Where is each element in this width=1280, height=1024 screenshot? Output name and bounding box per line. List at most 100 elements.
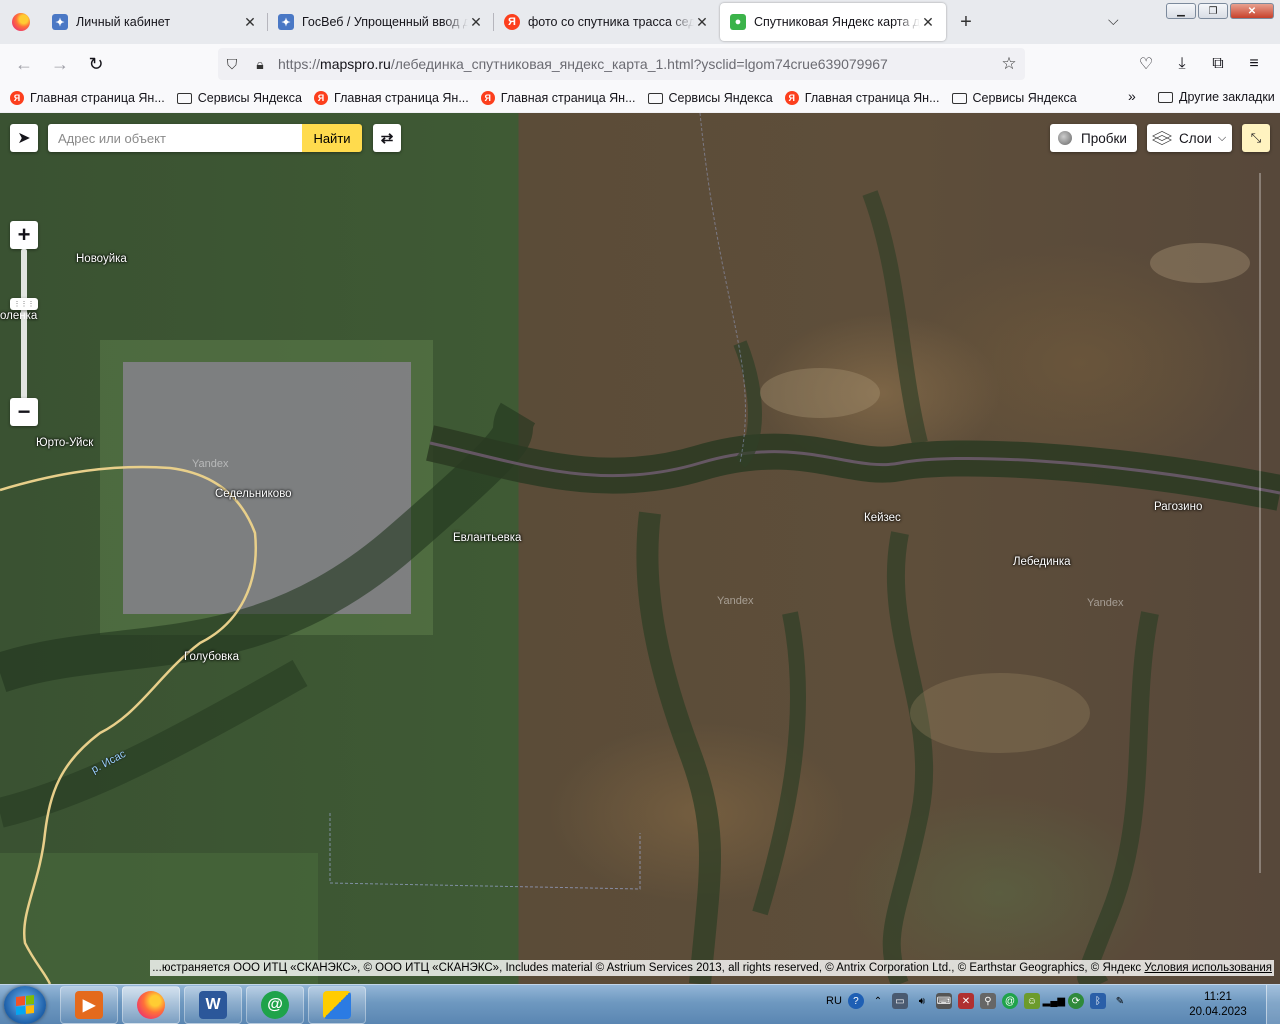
firefox-menu-button[interactable]: [0, 0, 42, 44]
copyright-text: ...юстраняется ООО ИТЦ «СКАНЭКС», © ООО …: [152, 962, 1142, 974]
lock-icon[interactable]: 🔒︎: [246, 56, 274, 73]
place-label[interactable]: Кейзес: [864, 512, 901, 524]
system-clock[interactable]: 11:21 20.04.2023: [1186, 990, 1250, 1020]
show-hidden-icons-icon[interactable]: ⌃: [870, 993, 886, 1009]
route-button[interactable]: ⇄: [373, 124, 401, 152]
url-prefix: https://: [278, 56, 321, 72]
place-label[interactable]: Голубовка: [184, 651, 239, 663]
start-button[interactable]: [4, 986, 46, 1024]
language-indicator[interactable]: RU: [826, 995, 842, 1007]
media-player-icon: ▶: [75, 991, 103, 1019]
keyboard-icon[interactable]: ⌨: [935, 993, 952, 1009]
bookmark-label: Главная страница Ян...: [804, 91, 940, 105]
toolbar-right: ♡ ⤓ ⧉ ≡: [1128, 48, 1272, 80]
map-pin-icon: ●: [730, 14, 746, 30]
bookmark-folder-yandex-services[interactable]: Сервисы Яндекса: [647, 91, 773, 105]
bookmark-folder-yandex-services[interactable]: Сервисы Яндекса: [176, 91, 302, 105]
place-label[interactable]: Новоуйка: [76, 253, 127, 265]
layers-button[interactable]: Слои ⌵: [1147, 124, 1232, 152]
tab-foto-sputnika[interactable]: Я фото со спутника трасса седе ✕: [494, 3, 720, 41]
signal-strength-icon[interactable]: ▂▄▆: [1043, 993, 1065, 1009]
search-input[interactable]: [48, 124, 302, 152]
list-all-tabs-icon[interactable]: ⌵: [1108, 12, 1119, 29]
bookmark-label: Сервисы Яндекса: [197, 91, 302, 105]
other-bookmarks-label: Другие закладки: [1179, 90, 1275, 104]
mail-agent-icon: @: [261, 991, 289, 1019]
network-icon[interactable]: ▭: [891, 993, 908, 1009]
bookmark-yandex-home[interactable]: Я Главная страница Ян...: [10, 91, 165, 105]
address-bar[interactable]: ⛉ 🔒︎ https://mapspro.ru/лебединка_спутни…: [218, 48, 1025, 80]
chat-icon[interactable]: ☺: [1023, 993, 1040, 1009]
place-label[interactable]: Лебединка: [1013, 556, 1071, 568]
restore-button[interactable]: ❐: [1198, 3, 1228, 19]
downloads-icon[interactable]: ⤓: [1164, 48, 1200, 80]
folder-icon: [176, 92, 192, 104]
plus-icon: +: [17, 222, 31, 247]
satellite-map[interactable]: Yandex Yandex Yandex Новоуйка оленка Юрт…: [0, 113, 1280, 984]
bookmark-yandex-home[interactable]: Я Главная страница Ян...: [480, 91, 636, 105]
back-button[interactable]: ←: [6, 48, 42, 80]
folder-icon: [647, 92, 663, 104]
url-text[interactable]: https://mapspro.ru/лебединка_спутниковая…: [274, 56, 993, 72]
taskbar-app-yandex-browser[interactable]: [308, 986, 366, 1024]
bookmark-folder-yandex-services[interactable]: Сервисы Яндекса: [951, 91, 1077, 105]
tab-lichnyi-kabinet[interactable]: ✦ Личный кабинет ✕: [42, 3, 268, 41]
mail-agent-icon[interactable]: @: [1001, 993, 1018, 1009]
firefox-icon: [137, 991, 165, 1019]
tracking-shield-icon[interactable]: ⛉: [218, 56, 246, 73]
zoom-in-button[interactable]: +: [10, 221, 38, 249]
fullscreen-button[interactable]: ⤡: [1242, 124, 1270, 152]
tab-title: Спутниковая Яндекс карта дер: [754, 15, 920, 29]
reload-button[interactable]: ↻: [78, 48, 114, 80]
place-label[interactable]: Рагозино: [1154, 501, 1202, 513]
pocket-icon[interactable]: ♡: [1128, 48, 1164, 80]
navigation-bar: ← → ↻ ⛉ 🔒︎ https://mapspro.ru/лебединка_…: [0, 44, 1280, 84]
traffic-button[interactable]: Пробки: [1050, 124, 1137, 152]
tab-sputnikovaya-karta[interactable]: ● Спутниковая Яндекс карта дер ✕: [720, 3, 946, 41]
antivirus-icon[interactable]: ✕: [957, 993, 974, 1009]
other-bookmarks-folder[interactable]: Другие закладки: [1158, 90, 1275, 104]
terms-of-use-link[interactable]: Условия использования: [1144, 962, 1272, 974]
help-icon[interactable]: ?: [847, 993, 864, 1009]
new-tab-button[interactable]: +: [946, 3, 986, 41]
taskbar-app-mail-agent[interactable]: @: [246, 986, 304, 1024]
zoom-slider-handle[interactable]: ⋮⋮⋮: [10, 298, 38, 310]
taskbar-app-word[interactable]: W: [184, 986, 242, 1024]
minimize-button[interactable]: ▁: [1166, 3, 1196, 19]
zoom-out-button[interactable]: −: [10, 398, 38, 426]
forward-button[interactable]: →: [42, 48, 78, 80]
extensions-icon[interactable]: ⧉: [1200, 48, 1236, 80]
bookmark-yandex-home[interactable]: Я Главная страница Ян...: [784, 91, 940, 105]
taskbar-app-media-player[interactable]: ▶: [60, 986, 118, 1024]
tab-gosweb[interactable]: ✦ ГосВеб / Упрощенный ввод да ✕: [268, 3, 494, 41]
close-tab-icon[interactable]: ✕: [468, 14, 484, 31]
sync-icon[interactable]: ⟳: [1067, 993, 1084, 1009]
geolocation-button[interactable]: ➤: [10, 124, 38, 152]
place-label[interactable]: Седельниково: [215, 488, 292, 500]
yandex-browser-icon: [323, 991, 351, 1019]
place-label[interactable]: Юрто-Уйск: [36, 437, 93, 449]
more-bookmarks-chevron-icon[interactable]: »: [1128, 88, 1136, 104]
place-label[interactable]: Евлантьевка: [453, 532, 521, 544]
bluetooth-icon[interactable]: ᛒ: [1089, 993, 1106, 1009]
close-tab-icon[interactable]: ✕: [242, 14, 258, 31]
place-label[interactable]: оленка: [0, 310, 37, 322]
search-button[interactable]: Найти: [302, 124, 362, 152]
firefox-icon: [12, 13, 30, 31]
map-copyright: ...юстраняется ООО ИТЦ «СКАНЭКС», © ООО …: [150, 960, 1274, 976]
taskbar-app-firefox[interactable]: [122, 986, 180, 1024]
close-window-button[interactable]: ✕: [1230, 3, 1274, 19]
volume-icon[interactable]: 🔊︎: [914, 993, 930, 1009]
hamburger-menu-icon[interactable]: ≡: [1236, 48, 1272, 80]
close-tab-icon[interactable]: ✕: [694, 14, 710, 31]
yandex-icon: Я: [480, 91, 495, 105]
zoom-slider-track[interactable]: [21, 249, 27, 399]
bookmark-yandex-home[interactable]: Я Главная страница Ян...: [314, 91, 469, 105]
usb-icon[interactable]: ⚲: [979, 993, 996, 1009]
search-box: Найти: [48, 124, 362, 152]
tools-icon[interactable]: ✎: [1112, 993, 1128, 1009]
close-tab-icon[interactable]: ✕: [920, 14, 936, 31]
show-desktop-button[interactable]: [1266, 985, 1280, 1024]
gosuslugi-icon: ✦: [278, 14, 294, 30]
bookmark-star-icon[interactable]: ☆: [993, 54, 1025, 74]
